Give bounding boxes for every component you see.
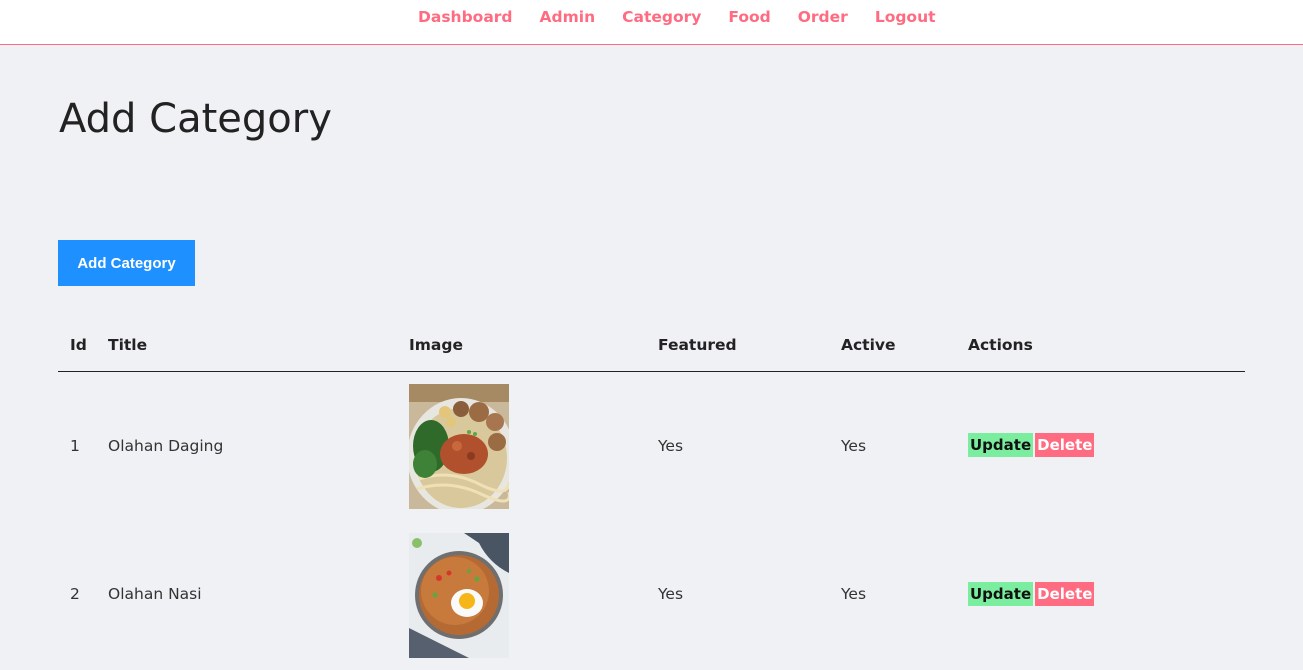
header-featured: Featured bbox=[658, 336, 737, 354]
table-header: Id Title Image Featured Active Actions bbox=[58, 322, 1245, 372]
update-button[interactable]: Update bbox=[968, 582, 1034, 606]
nav-menu: Dashboard Admin Category Food Order Logo… bbox=[418, 8, 963, 26]
category-table: Id Title Image Featured Active Actions 1… bbox=[58, 322, 1245, 670]
nav-item-logout[interactable]: Logout bbox=[875, 8, 936, 26]
nav-item-category[interactable]: Category bbox=[622, 8, 701, 26]
row-actions: Update Delete bbox=[968, 433, 1095, 457]
row-active: Yes bbox=[841, 437, 867, 455]
category-image bbox=[409, 384, 509, 509]
row-active: Yes bbox=[841, 585, 867, 603]
row-id: 1 bbox=[70, 437, 80, 455]
update-button[interactable]: Update bbox=[968, 433, 1034, 457]
header-actions: Actions bbox=[968, 336, 1033, 354]
top-navigation: Dashboard Admin Category Food Order Logo… bbox=[0, 0, 1303, 45]
header-active: Active bbox=[841, 336, 896, 354]
row-actions: Update Delete bbox=[968, 582, 1095, 606]
noodle-bowl-image bbox=[409, 384, 509, 509]
row-featured: Yes bbox=[658, 585, 684, 603]
delete-button[interactable]: Delete bbox=[1035, 582, 1095, 606]
fried-rice-image bbox=[409, 533, 509, 658]
nav-item-dashboard[interactable]: Dashboard bbox=[418, 8, 513, 26]
header-title: Title bbox=[108, 336, 148, 354]
header-id: Id bbox=[70, 336, 87, 354]
header-image: Image bbox=[409, 336, 463, 354]
nav-item-order[interactable]: Order bbox=[798, 8, 848, 26]
delete-button[interactable]: Delete bbox=[1035, 433, 1095, 457]
row-title: Olahan Daging bbox=[108, 437, 224, 455]
row-id: 2 bbox=[70, 585, 80, 603]
nav-item-admin[interactable]: Admin bbox=[540, 8, 596, 26]
row-featured: Yes bbox=[658, 437, 684, 455]
category-image bbox=[409, 533, 509, 658]
table-row: 2 Olahan Nasi Yes Yes Update Delete bbox=[58, 521, 1245, 670]
row-title: Olahan Nasi bbox=[108, 585, 202, 603]
table-row: 1 Olahan Daging Yes Yes Update Delete bbox=[58, 372, 1245, 521]
nav-item-food[interactable]: Food bbox=[728, 8, 770, 26]
add-category-button[interactable]: Add Category bbox=[58, 240, 195, 286]
page-title: Add Category bbox=[59, 96, 332, 142]
